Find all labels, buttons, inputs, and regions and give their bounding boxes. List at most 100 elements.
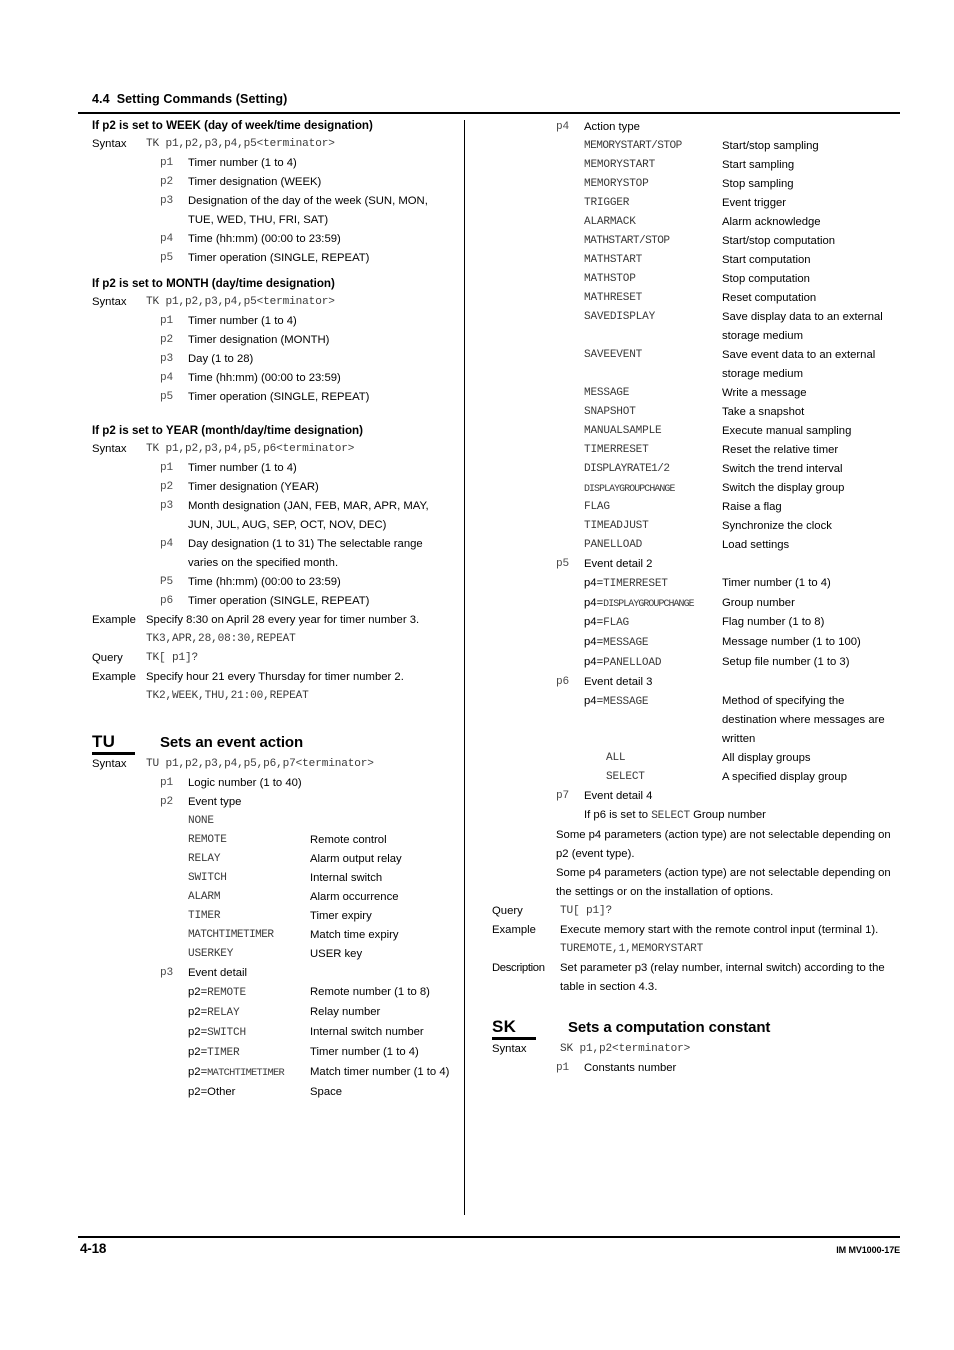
action-type-row: MATHSTOP Stop computation (584, 270, 900, 289)
event-type-value: MATCHTIMETIMER (188, 929, 274, 941)
action-type-meaning: Start computation (722, 254, 811, 266)
param-row: p5 Timer operation (SINGLE, REPEAT) (160, 388, 454, 407)
param-desc: Day (1 to 28) (188, 353, 254, 365)
event-detail2-meaning: Setup file number (1 to 3) (722, 656, 850, 668)
action-type-value: SAVEDISPLAY (584, 311, 656, 323)
column-divider (464, 120, 466, 1215)
action-type-value: MATHSTOP (584, 273, 636, 285)
action-type-meaning: Switch the trend interval (722, 463, 843, 475)
action-type-meaning: Start/stop computation (722, 235, 836, 247)
description-label: Description (492, 962, 545, 974)
event-detail2-prefix: p4= (584, 656, 604, 668)
param-key: p1 (160, 777, 173, 789)
action-type-value: SNAPSHOT (584, 406, 636, 418)
p7-condition-prefix: If p6 is set to (584, 809, 652, 821)
tu-description-text: Set parameter p3 (relay number, internal… (560, 962, 885, 993)
tu-description-row: Description Set parameter p3 (relay numb… (484, 959, 900, 997)
action-type-value: SAVEEVENT (584, 349, 643, 361)
param-desc: Designation of the day of the week (SUN,… (188, 195, 428, 226)
syntax-label: Syntax (492, 1043, 527, 1055)
event-detail3-prefix: p4= (584, 695, 604, 707)
event-type-meaning: Match time expiry (310, 929, 399, 941)
param-desc: Time (hh:mm) (00:00 to 23:59) (188, 372, 341, 384)
action-type-value: MATHSTART (584, 254, 643, 266)
p7-condition-code: SELECT (651, 810, 690, 822)
event-type-row: TIMER Timer expiry (188, 907, 454, 926)
event-type-value: NONE (188, 815, 214, 827)
event-detail-meaning: Space (310, 1086, 343, 1098)
event-detail2-row: p4=PANELLOAD Setup file number (1 to 3) (584, 653, 900, 673)
tu-query-code: TU[ p1]? (560, 905, 613, 917)
param-key: p5 (556, 558, 569, 570)
action-type-row: TIMEADJUST Synchronize the clock (584, 517, 900, 536)
tu-query-row: Query TU[ p1]? (484, 902, 900, 921)
param-key: p4 (160, 372, 173, 384)
event-detail2-prefix: p4= (584, 597, 604, 609)
event-detail-meaning: Internal switch number (310, 1026, 424, 1038)
note-text: Some p4 parameters (action type) are not… (556, 867, 891, 898)
param-row: p2 Timer designation (WEEK) (160, 173, 454, 192)
year-example1-row: Example Specify 8:30 on April 28 every y… (78, 611, 454, 649)
event-detail2-prefix: p4= (584, 636, 604, 648)
sk-command-title: Sets a computation constant (568, 1019, 771, 1036)
query-label: Query (92, 652, 123, 664)
event-detail2-value: p4=PANELLOAD (584, 653, 722, 673)
example-label: Example (92, 671, 136, 683)
document-page: 4.4 Setting Commands (Setting) If p2 is s… (0, 0, 954, 1350)
param-desc: Timer operation (SINGLE, REPEAT) (188, 595, 370, 607)
event-type-meaning: Remote control (310, 834, 387, 846)
event-type-row: RELAY Alarm output relay (188, 850, 454, 869)
page-section-header: 4.4 Setting Commands (Setting) (92, 92, 900, 106)
event-detail-prefix: p2= (188, 986, 208, 998)
event-detail2-code: MESSAGE (603, 637, 649, 649)
example-label: Example (492, 924, 536, 936)
event-detail-prefix: p2= (188, 1006, 208, 1018)
param-key: p5 (160, 391, 173, 403)
event-type-value: TIMER (188, 910, 221, 922)
week-syntax-row: Syntax TK p1,p2,p3,p4,p5<terminator> (78, 135, 454, 154)
event-detail3-option-meaning: All display groups (722, 752, 811, 764)
event-detail-code: REMOTE (207, 987, 246, 999)
section-number: 4.4 (92, 92, 110, 106)
param-desc: Event detail 2 (584, 558, 653, 570)
year-example2-row: Example Specify hour 21 every Thursday f… (78, 668, 454, 706)
sk-command-code: SK (492, 1017, 568, 1040)
action-type-value: DISPLAYRATE1/2 (584, 463, 670, 475)
sk-command-block: SK Sets a computation constant Syntax SK… (484, 1017, 900, 1078)
event-detail2-prefix: p4= (584, 577, 604, 589)
action-type-row: DISPLAYRATE1/2 Switch the trend interval (584, 460, 900, 479)
event-type-row: REMOTE Remote control (188, 831, 454, 850)
year-syntax-code: TK p1,p2,p3,p4,p5,p6<terminator> (146, 443, 355, 455)
event-detail-row: p2=Other Space (188, 1083, 454, 1103)
param-row: p5 Timer operation (SINGLE, REPEAT) (160, 249, 454, 268)
param-desc: Event detail 4 (584, 790, 653, 802)
header-rule (78, 112, 900, 114)
action-type-meaning: Load settings (722, 539, 790, 551)
action-type-row: SAVEEVENT Save event data to an external… (584, 346, 900, 384)
tu-syntax-code: TU p1,p2,p3,p4,p5,p6,p7<terminator> (146, 758, 374, 770)
event-detail-row: p2=MATCHTIMETIMER Match timer number (1 … (188, 1063, 454, 1083)
event-detail2-code: DISPLAYGROUPCHANGE (603, 598, 694, 609)
param-desc: Timer number (1 to 4) (188, 315, 297, 327)
event-detail3-option-value: ALL (606, 752, 626, 764)
year-query-row: Query TK[ p1]? (78, 649, 454, 668)
tu-example-text: Execute memory start with the remote con… (560, 924, 879, 936)
param-row: p6 Event detail 3 (556, 673, 900, 692)
event-detail2-meaning: Message number (1 to 100) (722, 636, 861, 648)
param-key: p3 (160, 195, 173, 207)
note-text: Some p4 parameters (action type) are not… (556, 829, 891, 860)
event-detail2-meaning: Timer number (1 to 4) (722, 577, 831, 589)
event-detail-value: p2=TIMER (188, 1043, 310, 1063)
action-type-row: FLAG Raise a flag (584, 498, 900, 517)
month-syntax-row: Syntax TK p1,p2,p3,p4,p5<terminator> (78, 293, 454, 312)
event-detail-code: MATCHTIMETIMER (207, 1067, 285, 1079)
event-detail3-option-value: SELECT (606, 771, 645, 783)
param-desc: Timer operation (SINGLE, REPEAT) (188, 252, 370, 264)
p7-condition-line: If p6 is set to SELECT Group number (584, 806, 900, 826)
tu-command-title: Sets an event action (160, 734, 304, 751)
event-detail2-code: TIMERRESET (603, 578, 668, 590)
param-row: p2 Timer designation (YEAR) (160, 478, 454, 497)
param-key: p1 (160, 157, 173, 169)
event-detail2-code: FLAG (603, 617, 630, 629)
param-desc: Time (hh:mm) (00:00 to 23:59) (188, 233, 341, 245)
